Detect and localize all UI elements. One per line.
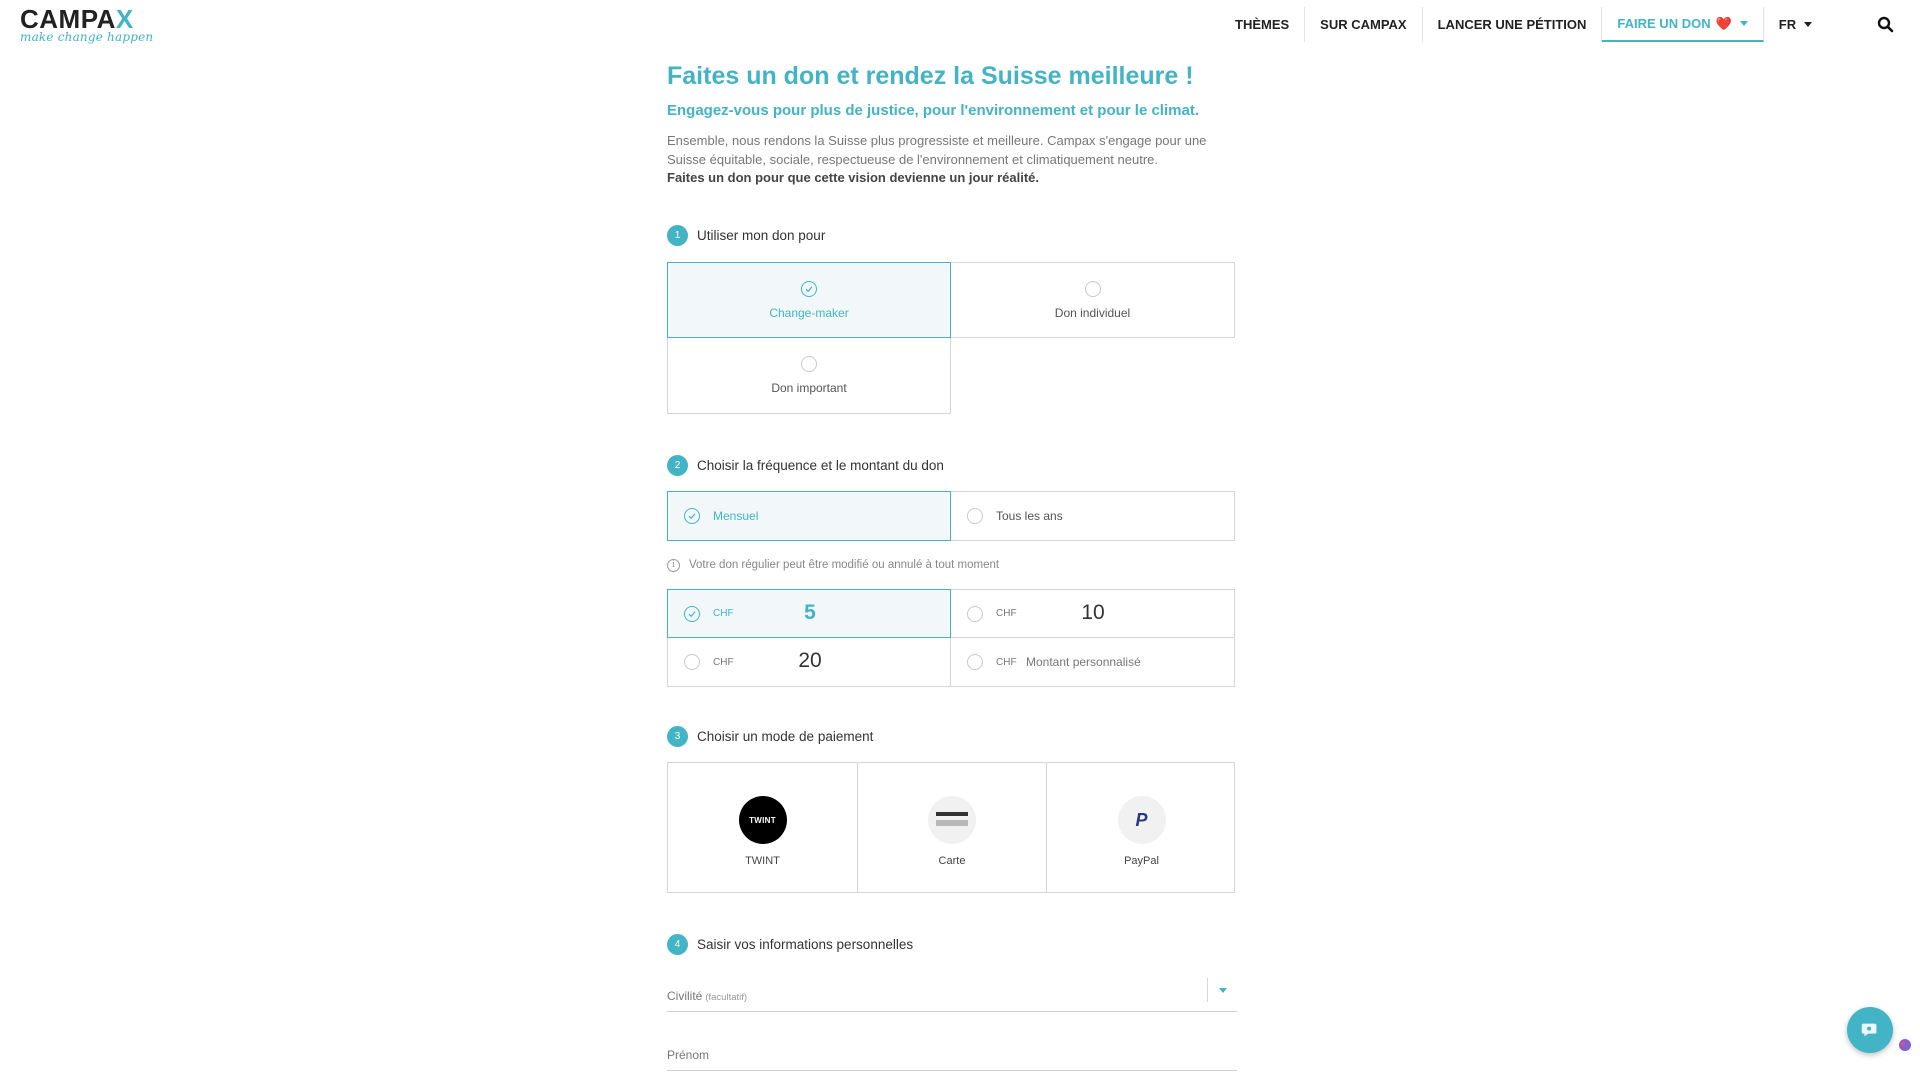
frequency-options: Mensuel Tous les ans — [667, 491, 1235, 541]
radio-icon — [1084, 280, 1101, 297]
heart-icon: ❤️ — [1715, 15, 1732, 31]
step-number: 3 — [667, 725, 688, 747]
chat-icon[interactable] — [1847, 1007, 1893, 1053]
currency-label: CHF — [713, 656, 734, 668]
step-number: 4 — [667, 933, 688, 955]
main-nav: THÈMES SUR CAMPAX LANCER UNE PÉTITION FA… — [1220, 7, 1827, 42]
option-label: Mensuel — [713, 509, 759, 523]
currency-label: CHF — [996, 656, 1017, 668]
field-optional-hint: (facultatif) — [705, 992, 748, 1003]
widget-icon[interactable] — [1898, 1038, 1912, 1052]
purpose-option-individual[interactable]: Don individuel — [951, 262, 1235, 338]
chevron-down-icon — [1804, 22, 1813, 27]
option-label: Don important — [771, 381, 847, 395]
amount-option-5[interactable]: CHF 5 — [667, 589, 951, 638]
payment-label: PayPal — [1124, 855, 1159, 867]
amount-value: 20 — [798, 649, 822, 672]
logo-tagline: make change happen — [20, 30, 154, 44]
step-number: 2 — [667, 454, 688, 476]
civility-select[interactable]: Civilité (facultatif) — [667, 978, 1237, 1012]
page-subtitle: Engagez-vous pour plus de justice, pour … — [667, 102, 1199, 119]
step-label: Saisir vos informations personnelles — [697, 936, 914, 952]
logo-wordmark: CAMPAX — [20, 4, 134, 34]
radio-icon — [967, 654, 983, 670]
payment-label: TWINT — [745, 855, 780, 867]
firstname-field[interactable]: Prénom — [667, 1037, 1237, 1071]
radio-icon — [684, 654, 700, 670]
field-label: Prénom — [667, 1048, 710, 1062]
check-icon — [684, 508, 700, 524]
radio-icon — [967, 605, 983, 622]
donation-form: Faites un don et rendez la Suisse meille… — [667, 60, 1242, 1071]
purpose-option-change-maker[interactable]: Change-maker — [667, 262, 951, 338]
info-icon: i — [667, 558, 680, 572]
nav-item-start-petition[interactable]: LANCER UNE PÉTITION — [1423, 7, 1603, 42]
step-1-header: 1 Utiliser mon don pour — [667, 224, 1242, 246]
nav-item-about[interactable]: SUR CAMPAX — [1305, 7, 1423, 42]
recurring-info: i Votre don régulier peut être modifié o… — [667, 555, 1242, 575]
language-selector[interactable]: FR — [1764, 7, 1827, 42]
credit-card-icon — [928, 796, 976, 844]
nav-item-themes[interactable]: THÈMES — [1220, 7, 1306, 42]
purpose-options: Change-maker Don individuel Don importan… — [667, 262, 1235, 414]
frequency-option-yearly[interactable]: Tous les ans — [951, 491, 1235, 541]
currency-label: CHF — [996, 608, 1017, 619]
step-label: Choisir la fréquence et le montant du do… — [697, 457, 944, 473]
step-3-header: 3 Choisir un mode de paiement — [667, 725, 1242, 747]
page-title: Faites un don et rendez la Suisse meille… — [667, 62, 1194, 90]
amount-option-10[interactable]: CHF 10 — [951, 589, 1235, 638]
chevron-down-icon[interactable] — [1207, 978, 1237, 1002]
frequency-option-monthly[interactable]: Mensuel — [667, 491, 951, 541]
chevron-down-icon — [1739, 21, 1748, 26]
paypal-icon: P — [1117, 796, 1166, 844]
amount-options: CHF 5 CHF 10 CHF 20 CHF Montant personna… — [667, 589, 1235, 687]
option-label: Change-maker — [769, 305, 849, 320]
intro-text: Ensemble, nous rendons la Suisse plus pr… — [667, 133, 1207, 167]
step-4-header: 4 Saisir vos informations personnelles — [667, 933, 1242, 955]
radio-icon — [967, 508, 983, 524]
step-label: Utiliser mon don pour — [697, 227, 826, 243]
amount-option-custom[interactable]: CHF Montant personnalisé — [951, 638, 1235, 687]
info-text: Votre don régulier peut être modifié ou … — [689, 559, 1000, 571]
intro-bold-text: Faites un don pour que cette vision devi… — [667, 170, 1040, 185]
purpose-option-major[interactable]: Don important — [667, 338, 951, 414]
twint-icon: TWINT — [738, 796, 787, 844]
amount-value: 5 — [804, 601, 816, 624]
payment-option-twint[interactable]: TWINT TWINT — [668, 763, 857, 892]
payment-option-paypal[interactable]: P PayPal — [1046, 763, 1236, 892]
payment-methods: TWINT TWINT Carte P PayPal — [667, 762, 1235, 893]
payment-label: Carte — [938, 855, 966, 867]
custom-amount-input[interactable]: Montant personnalisé — [1026, 655, 1141, 669]
step-number: 1 — [667, 224, 688, 246]
payment-option-card[interactable]: Carte — [857, 763, 1046, 892]
amount-value: 10 — [1081, 601, 1105, 624]
step-2-header: 2 Choisir la fréquence et le montant du … — [667, 454, 1242, 476]
currency-label: CHF — [713, 608, 734, 619]
option-label: Don individuel — [1054, 305, 1131, 320]
option-label: Tous les ans — [996, 509, 1063, 523]
radio-icon — [801, 356, 817, 372]
check-icon — [684, 605, 700, 622]
step-label: Choisir un mode de paiement — [697, 728, 874, 744]
check-icon — [801, 280, 817, 297]
amount-option-20[interactable]: CHF 20 — [667, 638, 951, 687]
site-header: CAMPAX make change happen THÈMES SUR CAM… — [0, 0, 1920, 50]
field-label: Civilité — [667, 989, 703, 1003]
campax-logo[interactable]: CAMPAX make change happen — [20, 6, 153, 44]
nav-item-donate[interactable]: FAIRE UN DON ❤️ — [1602, 7, 1764, 42]
search-icon[interactable] — [1876, 15, 1896, 35]
